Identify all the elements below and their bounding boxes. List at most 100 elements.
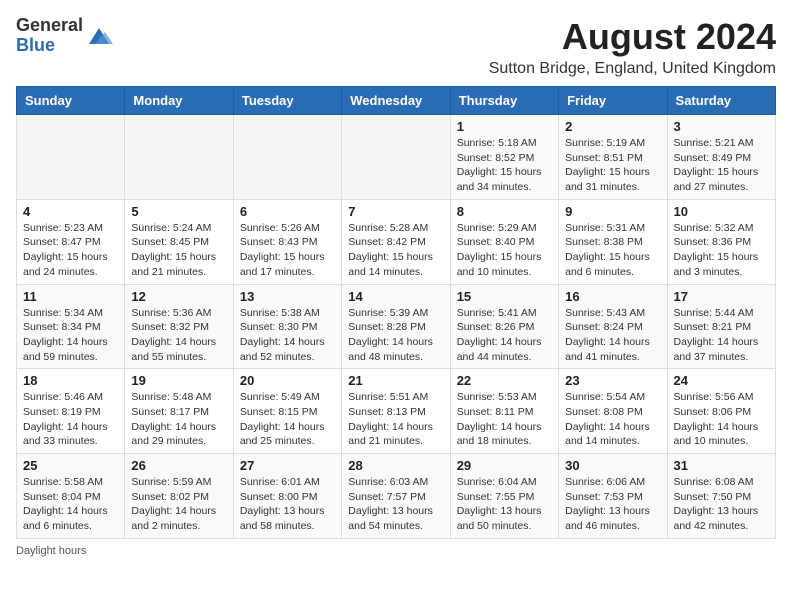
day-number: 7 [348, 204, 443, 219]
calendar-header-monday: Monday [125, 87, 233, 115]
day-info: Sunrise: 6:03 AM Sunset: 7:57 PM Dayligh… [348, 475, 443, 534]
calendar-cell: 20 Sunrise: 5:49 AM Sunset: 8:15 PM Dayli… [233, 369, 341, 454]
day-number: 31 [674, 458, 769, 473]
day-info: Sunrise: 5:19 AM Sunset: 8:51 PM Dayligh… [565, 136, 660, 195]
day-info: Sunrise: 6:08 AM Sunset: 7:50 PM Dayligh… [674, 475, 769, 534]
day-info: Sunrise: 5:32 AM Sunset: 8:36 PM Dayligh… [674, 221, 769, 280]
day-info: Sunrise: 5:23 AM Sunset: 8:47 PM Dayligh… [23, 221, 118, 280]
calendar-cell: 28Sunrise: 6:03 AM Sunset: 7:57 PM Dayli… [342, 454, 450, 539]
day-number: 26 [131, 458, 226, 473]
calendar-cell [125, 115, 233, 200]
day-number: 25 [23, 458, 118, 473]
day-number: 21 [348, 373, 443, 388]
day-info: Sunrise: 5:41 AM Sunset: 8:26 PM Dayligh… [457, 306, 552, 365]
title-block: August 2024 Sutton Bridge, England, Unit… [489, 16, 776, 78]
calendar-cell: 4Sunrise: 5:23 AM Sunset: 8:47 PM Daylig… [17, 199, 125, 284]
day-number: 10 [674, 204, 769, 219]
calendar-cell: 22Sunrise: 5:53 AM Sunset: 8:11 PM Dayli… [450, 369, 558, 454]
logo: General Blue [16, 16, 113, 56]
calendar-cell: 15 Sunrise: 5:41 AM Sunset: 8:26 PM Dayli… [450, 284, 558, 369]
day-info: Sunrise: 6:04 AM Sunset: 7:55 PM Dayligh… [457, 475, 552, 534]
day-info: Sunrise: 5:59 AM Sunset: 8:02 PM Dayligh… [131, 475, 226, 534]
calendar-header-wednesday: Wednesday [342, 87, 450, 115]
calendar-table: SundayMondayTuesdayWednesdayThursdayFrid… [16, 86, 776, 539]
day-info: Sunrise: 5:39 AM Sunset: 8:28 PM Dayligh… [348, 306, 443, 365]
logo-icon [85, 22, 113, 50]
day-info: Sunrise: 5:46 AM Sunset: 8:19 PM Dayligh… [23, 390, 118, 449]
day-info: Sunrise: 6:06 AM Sunset: 7:53 PM Dayligh… [565, 475, 660, 534]
calendar-cell: 21 Sunrise: 5:51 AM Sunset: 8:13 PM Dayli… [342, 369, 450, 454]
day-info: Sunrise: 5:48 AM Sunset: 8:17 PM Dayligh… [131, 390, 226, 449]
calendar-week-row: 1 Sunrise: 5:18 AM Sunset: 8:52 PM Daylig… [17, 115, 776, 200]
calendar-header-sunday: Sunday [17, 87, 125, 115]
calendar-cell: 11Sunrise: 5:34 AM Sunset: 8:34 PM Dayli… [17, 284, 125, 369]
calendar-cell: 19Sunrise: 5:48 AM Sunset: 8:17 PM Dayli… [125, 369, 233, 454]
day-number: 17 [674, 289, 769, 304]
month-year: August 2024 [489, 16, 776, 58]
calendar-cell: 24Sunrise: 5:56 AM Sunset: 8:06 PM Dayli… [667, 369, 775, 454]
calendar-cell: 17 Sunrise: 5:44 AM Sunset: 8:21 PM Dayli… [667, 284, 775, 369]
day-info: Sunrise: 5:44 AM Sunset: 8:21 PM Dayligh… [674, 306, 769, 365]
day-info: Sunrise: 5:21 AM Sunset: 8:49 PM Dayligh… [674, 136, 769, 195]
day-info: Sunrise: 5:29 AM Sunset: 8:40 PM Dayligh… [457, 221, 552, 280]
day-info: Sunrise: 5:36 AM Sunset: 8:32 PM Dayligh… [131, 306, 226, 365]
calendar-cell: 12 Sunrise: 5:36 AM Sunset: 8:32 PM Dayli… [125, 284, 233, 369]
calendar-cell: 25 Sunrise: 5:58 AM Sunset: 8:04 PM Dayli… [17, 454, 125, 539]
calendar-cell: 13 Sunrise: 5:38 AM Sunset: 8:30 PM Dayli… [233, 284, 341, 369]
calendar-cell: 23 Sunrise: 5:54 AM Sunset: 8:08 PM Dayli… [559, 369, 667, 454]
calendar-cell: 5 Sunrise: 5:24 AM Sunset: 8:45 PM Daylig… [125, 199, 233, 284]
day-number: 14 [348, 289, 443, 304]
day-number: 2 [565, 119, 660, 134]
day-number: 20 [240, 373, 335, 388]
calendar-cell: 27Sunrise: 6:01 AM Sunset: 8:00 PM Dayli… [233, 454, 341, 539]
calendar-cell: 1 Sunrise: 5:18 AM Sunset: 8:52 PM Daylig… [450, 115, 558, 200]
calendar-cell: 3 Sunrise: 5:21 AM Sunset: 8:49 PM Daylig… [667, 115, 775, 200]
day-info: Sunrise: 5:58 AM Sunset: 8:04 PM Dayligh… [23, 475, 118, 534]
day-number: 9 [565, 204, 660, 219]
day-info: Sunrise: 5:24 AM Sunset: 8:45 PM Dayligh… [131, 221, 226, 280]
day-info: Sunrise: 5:54 AM Sunset: 8:08 PM Dayligh… [565, 390, 660, 449]
calendar-cell: 9 Sunrise: 5:31 AM Sunset: 8:38 PM Daylig… [559, 199, 667, 284]
day-number: 18 [23, 373, 118, 388]
calendar-cell: 16Sunrise: 5:43 AM Sunset: 8:24 PM Dayli… [559, 284, 667, 369]
calendar-week-row: 25 Sunrise: 5:58 AM Sunset: 8:04 PM Dayli… [17, 454, 776, 539]
calendar-cell: 18 Sunrise: 5:46 AM Sunset: 8:19 PM Dayli… [17, 369, 125, 454]
calendar-cell: 14 Sunrise: 5:39 AM Sunset: 8:28 PM Dayli… [342, 284, 450, 369]
day-number: 15 [457, 289, 552, 304]
day-info: Sunrise: 5:28 AM Sunset: 8:42 PM Dayligh… [348, 221, 443, 280]
day-info: Sunrise: 5:51 AM Sunset: 8:13 PM Dayligh… [348, 390, 443, 449]
day-info: Sunrise: 5:18 AM Sunset: 8:52 PM Dayligh… [457, 136, 552, 195]
calendar-header-friday: Friday [559, 87, 667, 115]
day-number: 12 [131, 289, 226, 304]
daylight-hours-label: Daylight hours [16, 545, 86, 557]
calendar-cell: 30Sunrise: 6:06 AM Sunset: 7:53 PM Dayli… [559, 454, 667, 539]
calendar-cell [342, 115, 450, 200]
calendar-cell: 6 Sunrise: 5:26 AM Sunset: 8:43 PM Daylig… [233, 199, 341, 284]
day-info: Sunrise: 5:49 AM Sunset: 8:15 PM Dayligh… [240, 390, 335, 449]
day-number: 5 [131, 204, 226, 219]
calendar-week-row: 18 Sunrise: 5:46 AM Sunset: 8:19 PM Dayli… [17, 369, 776, 454]
calendar-cell [233, 115, 341, 200]
day-number: 3 [674, 119, 769, 134]
day-number: 1 [457, 119, 552, 134]
calendar-week-row: 11Sunrise: 5:34 AM Sunset: 8:34 PM Dayli… [17, 284, 776, 369]
calendar-cell: 10 Sunrise: 5:32 AM Sunset: 8:36 PM Dayli… [667, 199, 775, 284]
calendar-cell: 31 Sunrise: 6:08 AM Sunset: 7:50 PM Dayli… [667, 454, 775, 539]
calendar-header-thursday: Thursday [450, 87, 558, 115]
calendar-header-saturday: Saturday [667, 87, 775, 115]
day-info: Sunrise: 5:26 AM Sunset: 8:43 PM Dayligh… [240, 221, 335, 280]
day-info: Sunrise: 5:43 AM Sunset: 8:24 PM Dayligh… [565, 306, 660, 365]
day-info: Sunrise: 5:31 AM Sunset: 8:38 PM Dayligh… [565, 221, 660, 280]
calendar-cell: 8 Sunrise: 5:29 AM Sunset: 8:40 PM Daylig… [450, 199, 558, 284]
day-number: 6 [240, 204, 335, 219]
logo-blue-text: Blue [16, 35, 55, 55]
calendar-header-row: SundayMondayTuesdayWednesdayThursdayFrid… [17, 87, 776, 115]
calendar-cell: 2 Sunrise: 5:19 AM Sunset: 8:51 PM Daylig… [559, 115, 667, 200]
day-number: 13 [240, 289, 335, 304]
day-info: Sunrise: 5:34 AM Sunset: 8:34 PM Dayligh… [23, 306, 118, 365]
day-number: 8 [457, 204, 552, 219]
logo-general-text: General [16, 15, 83, 35]
day-number: 23 [565, 373, 660, 388]
calendar-cell: 26 Sunrise: 5:59 AM Sunset: 8:02 PM Dayli… [125, 454, 233, 539]
day-info: Sunrise: 5:38 AM Sunset: 8:30 PM Dayligh… [240, 306, 335, 365]
